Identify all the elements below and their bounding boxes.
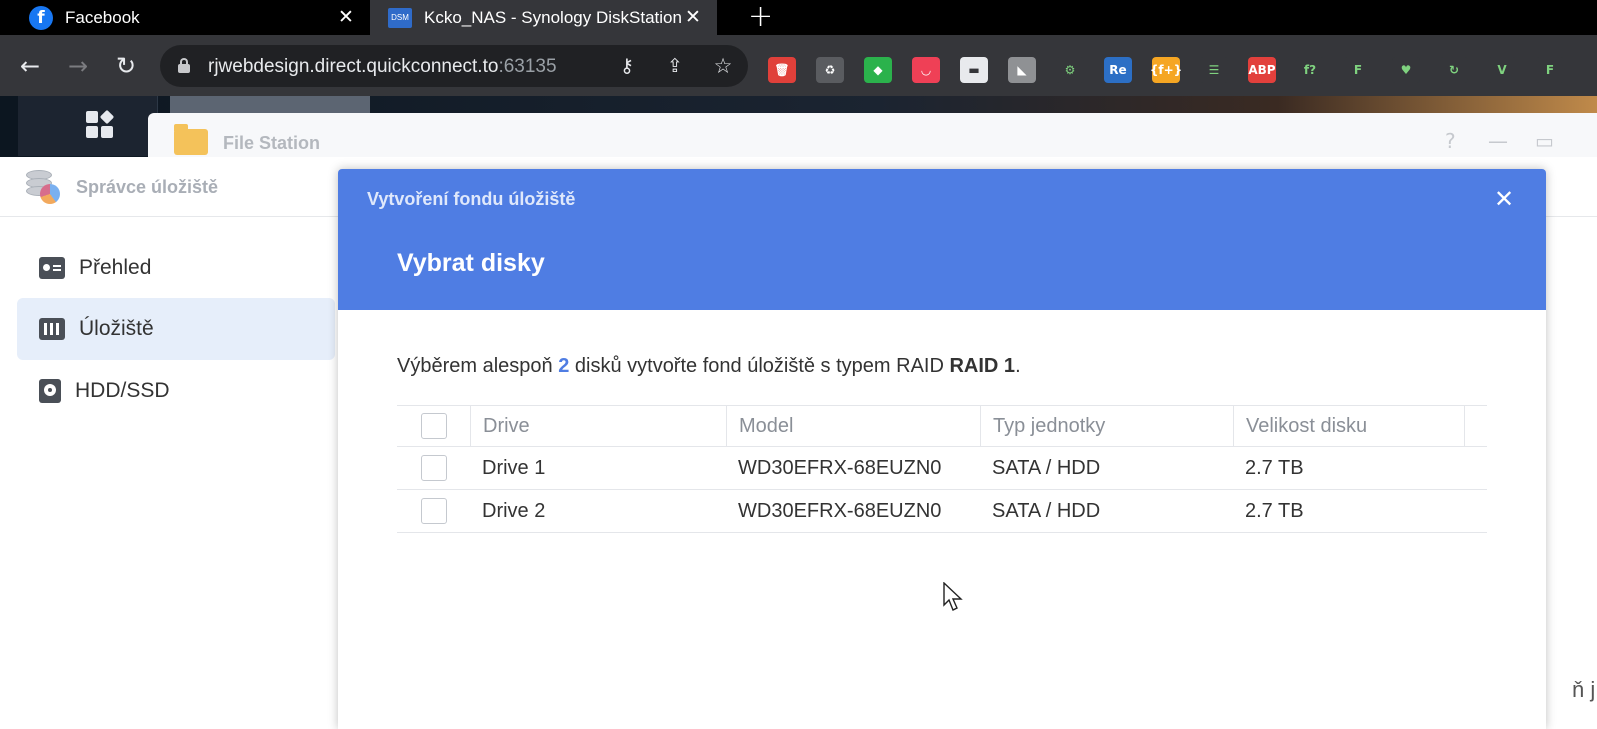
help-icon[interactable]: ?: [1445, 129, 1456, 153]
sidebar-item-hdd-ssd[interactable]: HDD/SSD: [17, 360, 335, 422]
hdd-icon: [39, 379, 61, 403]
close-icon[interactable]: ✕: [1490, 185, 1518, 213]
back-arrow-icon[interactable]: ←: [14, 50, 46, 82]
tab-facebook[interactable]: f Facebook ✕: [0, 0, 370, 35]
window-title: Správce úložiště: [76, 177, 219, 197]
url-text[interactable]: rjwebdesign.direct.quickconnect.to:63135: [208, 56, 557, 78]
tab-close-icon[interactable]: ✕: [336, 7, 356, 28]
maximize-icon[interactable]: ▭: [1535, 129, 1554, 153]
raid-type: RAID 1: [949, 355, 1016, 377]
facebook-icon: f: [29, 5, 53, 30]
lock-icon[interactable]: [178, 58, 190, 74]
re-extension-icon[interactable]: Re: [1104, 57, 1132, 83]
dialog-header: Vytvoření fondu úložiště ✕ Vybrat disky: [338, 169, 1546, 310]
gear-extension-icon[interactable]: ⚙: [1056, 57, 1084, 83]
storage-icon: [39, 318, 65, 340]
mouse-cursor-icon: [943, 582, 963, 611]
trash-extension-icon[interactable]: 🗑: [768, 57, 796, 83]
column-header-spacer: [1464, 406, 1487, 446]
create-storage-pool-dialog: Vytvoření fondu úložiště ✕ Vybrat disky …: [338, 169, 1546, 729]
pocket-extension-icon[interactable]: ◡: [912, 57, 940, 83]
model-cell: WD30EFRX-68EUZN0: [738, 456, 942, 479]
row-checkbox[interactable]: [420, 498, 447, 524]
step-title: Vybrat disky: [397, 249, 545, 277]
folder-icon: [174, 124, 208, 155]
tab-extension-icon[interactable]: ◣: [1008, 57, 1036, 83]
dialog-description: Výběrem alespoň 2 disků vytvořte fond úl…: [397, 355, 1021, 377]
column-header-drive[interactable]: Drive: [470, 406, 726, 446]
sidebar-item-label: Přehled: [79, 256, 152, 279]
table-row[interactable]: Drive 2 WD30EFRX-68EUZN0 SATA / HDD 2.7 …: [397, 490, 1487, 533]
function-extension-icon[interactable]: {f+}: [1150, 57, 1182, 83]
list-extension-icon[interactable]: ☰: [1200, 57, 1228, 83]
f-green-extension-icon[interactable]: F: [1536, 57, 1564, 83]
size-cell: 2.7 TB: [1245, 456, 1304, 479]
window-title: File Station: [223, 133, 321, 153]
heart-extension-icon[interactable]: ♥: [1392, 57, 1420, 83]
drive-cell: Drive 2: [482, 499, 546, 522]
drive-cell: Drive 1: [482, 456, 546, 479]
sidebar-item-label: HDD/SSD: [75, 379, 170, 402]
dsm-icon: DSM: [388, 7, 412, 28]
v-extension-icon[interactable]: V: [1488, 57, 1516, 83]
abp-extension-icon[interactable]: ABP: [1248, 57, 1276, 83]
storage-manager-app-icon: [26, 170, 62, 204]
address-bar[interactable]: rjwebdesign.direct.quickconnect.to:63135…: [160, 45, 748, 87]
select-all-checkbox[interactable]: [420, 413, 447, 439]
share-icon[interactable]: ⇪: [662, 53, 688, 79]
main-menu-grid-icon[interactable]: [86, 109, 115, 139]
sidebar-item-overview[interactable]: Přehled: [17, 237, 335, 299]
f-color-extension-icon[interactable]: F: [1344, 57, 1372, 83]
recycle-extension-icon[interactable]: ♻: [816, 57, 844, 83]
new-tab-button[interactable]: +: [748, 2, 773, 32]
browser-toolbar: ← → ↻ rjwebdesign.direct.quickconnect.to…: [0, 35, 1597, 96]
key-icon[interactable]: ⚷: [614, 53, 640, 79]
tab-diskstation[interactable]: DSM Kcko_NAS - Synology DiskStation ✕: [370, 0, 717, 35]
fx-extension-icon[interactable]: f?: [1296, 57, 1324, 83]
sidebar-item-storage[interactable]: Úložiště: [17, 298, 335, 360]
forward-arrow-icon[interactable]: →: [62, 50, 94, 82]
min-disk-count: 2: [558, 355, 570, 377]
select-all-cell: [397, 406, 470, 446]
browser-tab-strip: f Facebook ✕ DSM Kcko_NAS - Synology Dis…: [0, 0, 1597, 35]
minimize-icon[interactable]: —: [1488, 129, 1508, 153]
extension-icons: 🗑 ♻ ◆ ◡ ▬ ◣ ⚙ Re {f+} ☰ ABP f? F ♥ ↻ V F: [768, 57, 1584, 83]
column-header-model[interactable]: Model: [726, 406, 980, 446]
bookmark-star-icon[interactable]: ☆: [710, 53, 736, 79]
overview-icon: [39, 257, 65, 279]
row-checkbox[interactable]: [420, 455, 447, 481]
row-select-cell: [397, 447, 470, 489]
sidebar-item-label: Úložiště: [79, 317, 154, 340]
row-select-cell: [397, 490, 470, 532]
reload-icon[interactable]: ↻: [110, 50, 142, 82]
type-cell: SATA / HDD: [992, 456, 1101, 479]
tab-title: Kcko_NAS - Synology DiskStation: [424, 7, 682, 27]
table-row[interactable]: Drive 1 WD30EFRX-68EUZN0 SATA / HDD 2.7 …: [397, 447, 1487, 490]
mask-extension-icon[interactable]: ▬: [960, 57, 988, 83]
refresh-extension-icon[interactable]: ↻: [1440, 57, 1468, 83]
tab-title: Facebook: [65, 7, 140, 27]
wizard-title: Vytvoření fondu úložiště: [367, 189, 576, 209]
cut-off-text: ň j: [1572, 677, 1596, 702]
tab-close-icon[interactable]: ✕: [683, 7, 703, 28]
column-header-size[interactable]: Velikost disku: [1233, 406, 1464, 446]
model-cell: WD30EFRX-68EUZN0: [738, 499, 942, 522]
column-header-type[interactable]: Typ jednotky: [980, 406, 1233, 446]
feedly-extension-icon[interactable]: ◆: [864, 57, 892, 83]
type-cell: SATA / HDD: [992, 499, 1101, 522]
size-cell: 2.7 TB: [1245, 499, 1304, 522]
table-header: Drive Model Typ jednotky Velikost disku: [397, 405, 1487, 447]
drive-table: Drive Model Typ jednotky Velikost disku …: [397, 405, 1487, 533]
